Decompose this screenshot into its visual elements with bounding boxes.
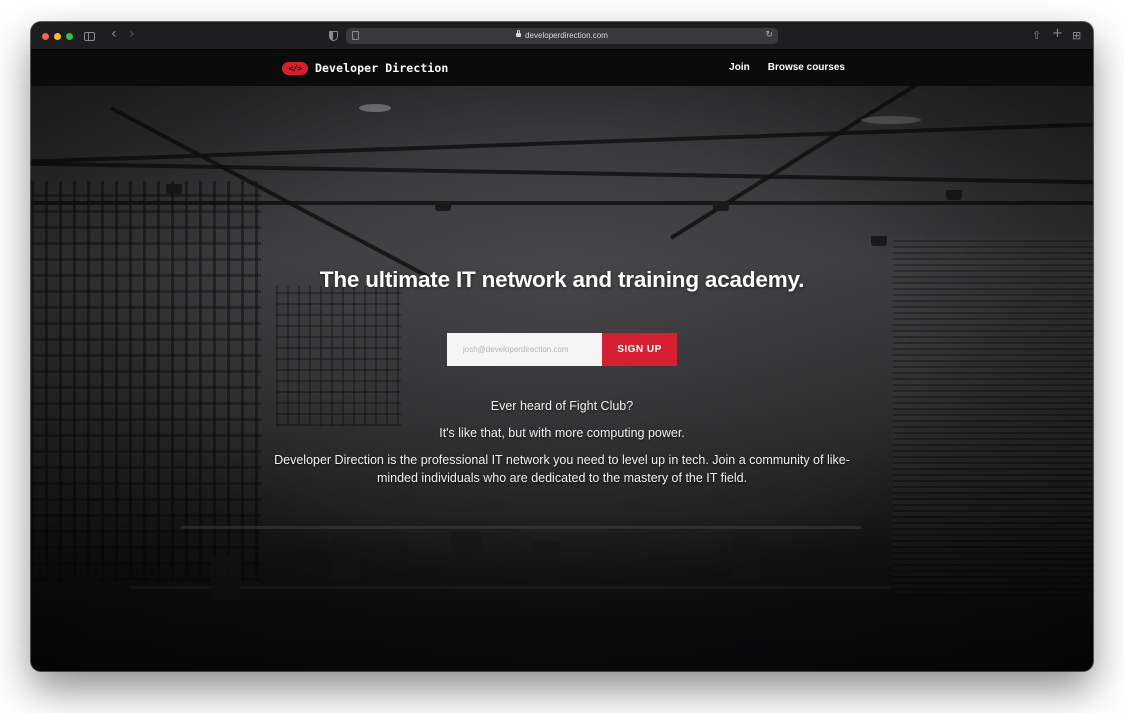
- sign-up-button[interactable]: SIGN UP: [602, 333, 677, 366]
- sidebar-toggle-icon[interactable]: [84, 32, 95, 41]
- nav-join-link[interactable]: Join: [729, 62, 750, 74]
- close-window-button[interactable]: [42, 33, 49, 40]
- browser-toolbar: ‹ › developerdirection.com ↻ ⇧ + ⊞: [31, 22, 1093, 50]
- site-logo[interactable]: </> Developer Direction: [282, 60, 448, 76]
- hero-section: The ultimate IT network and training aca…: [31, 86, 1093, 671]
- url-text: developerdirection.com: [525, 31, 608, 40]
- logo-text: Developer Direction: [315, 61, 449, 75]
- code-brackets-icon: </>: [282, 61, 308, 75]
- nav-browse-courses-link[interactable]: Browse courses: [768, 62, 845, 74]
- main-nav: Join Browse courses: [729, 62, 845, 74]
- hero-description: Developer Direction is the professional …: [274, 453, 850, 485]
- share-icon[interactable]: ⇧: [1032, 30, 1041, 42]
- tab-overview-icon[interactable]: ⊞: [1072, 30, 1081, 42]
- reload-icon[interactable]: ↻: [765, 29, 773, 41]
- browser-window: ‹ › developerdirection.com ↻ ⇧ + ⊞ </> D…: [31, 22, 1093, 671]
- site-header: </> Developer Direction Join Browse cour…: [31, 50, 1093, 86]
- minimize-window-button[interactable]: [54, 33, 61, 40]
- tagline-answer: It's like that, but with more computing …: [439, 426, 685, 440]
- lock-icon: [516, 30, 522, 37]
- back-icon[interactable]: ‹: [111, 27, 117, 41]
- privacy-shield-icon[interactable]: [329, 31, 338, 41]
- hero-content: The ultimate IT network and training aca…: [31, 86, 1093, 671]
- new-tab-icon[interactable]: +: [1052, 27, 1063, 40]
- signup-form: SIGN UP: [447, 333, 677, 366]
- address-bar[interactable]: developerdirection.com ↻: [346, 28, 778, 44]
- zoom-window-button[interactable]: [66, 33, 73, 40]
- tagline-question: Ever heard of Fight Club?: [490, 399, 634, 413]
- forward-icon[interactable]: ›: [129, 27, 135, 41]
- email-input[interactable]: [447, 333, 602, 366]
- hero-headline: The ultimate IT network and training aca…: [319, 267, 805, 292]
